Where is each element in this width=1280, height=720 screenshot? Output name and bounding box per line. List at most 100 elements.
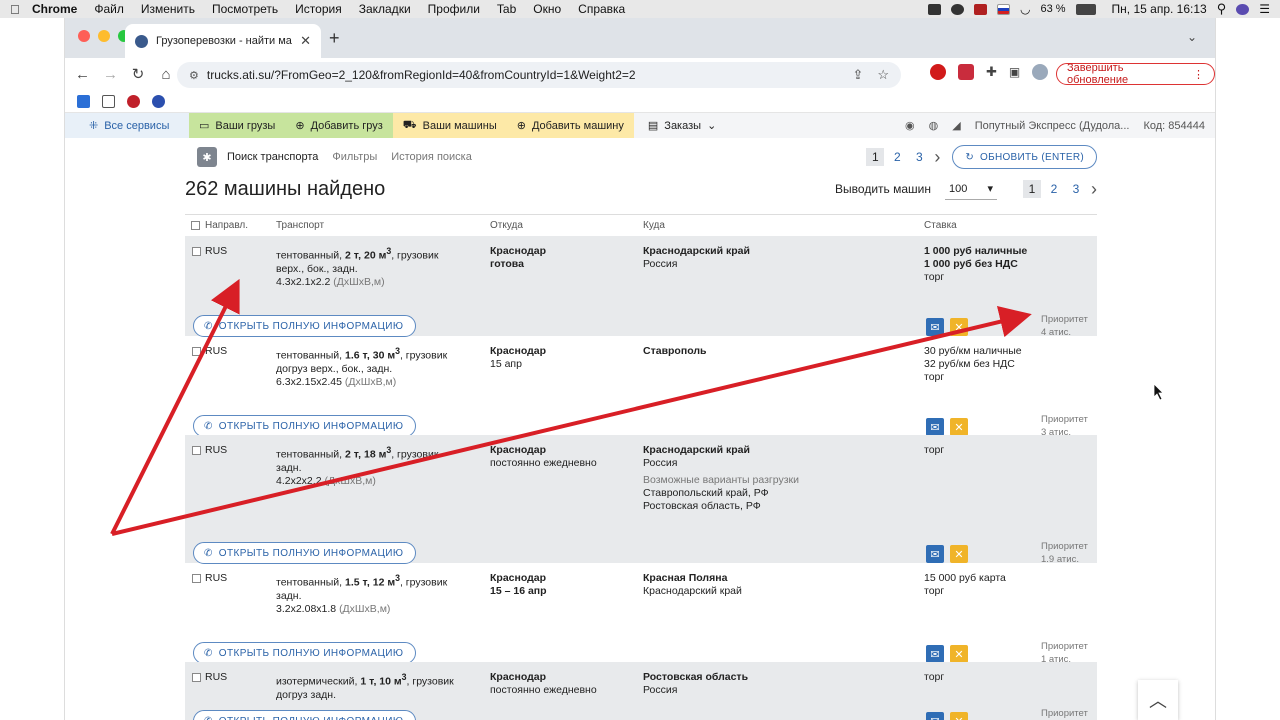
company-name[interactable]: Попутный Экспресс (Дудола... [975,120,1130,132]
menu-help[interactable]: Справка [578,2,625,16]
tab-search-transport[interactable]: Поиск транспорта [227,151,318,163]
hide-button[interactable]: ✕ [950,712,968,720]
add-cargo-link[interactable]: ⊕ Добавить груз [285,113,393,138]
battery-icon[interactable] [1075,3,1096,15]
all-services-link[interactable]: ⁜ Все сервисы [65,113,189,138]
site-info-icon[interactable]: ⚙ [189,69,199,82]
page-1[interactable]: 1 [866,148,885,166]
hide-button[interactable]: ✕ [950,318,968,336]
add-truck-link[interactable]: ⊕ Добавить машину [506,113,634,138]
back-button[interactable]: ← [75,66,90,83]
next-page-icon[interactable]: › [1091,179,1097,200]
per-page-select[interactable]: 100 ▾ [945,178,997,200]
page-2[interactable]: 2 [888,148,906,166]
next-page-icon[interactable]: › [934,147,940,168]
open-full-info-button[interactable]: ✆ ОТКРЫТЬ ПОЛНУЮ ИНФОРМАЦИЮ [193,542,417,564]
profile-avatar[interactable] [1032,64,1049,80]
close-tab-icon[interactable]: ✕ [300,33,311,49]
menu-profiles[interactable]: Профили [428,2,480,16]
message-button[interactable]: ✉ [926,418,944,436]
row-rate: торг [924,671,944,684]
page-2[interactable]: 2 [1045,180,1063,198]
apple-icon[interactable]:  [10,2,32,17]
open-full-info-button[interactable]: ✆ ОТКРЫТЬ ПОЛНУЮ ИНФОРМАЦИЮ [193,315,417,337]
open-full-info-button[interactable]: ✆ ОТКРЫТЬ ПОЛНУЮ ИНФОРМАЦИЮ [193,642,417,664]
spotlight-icon[interactable]: ⚲ [1217,1,1227,17]
extensions-puzzle-icon[interactable]: ✚ [986,64,997,80]
tab-search-history[interactable]: История поиска [391,151,472,163]
menu-edit[interactable]: Изменить [141,2,195,16]
sync-icon[interactable] [950,3,964,15]
sidepanel-icon[interactable]: ▣ [1009,65,1020,79]
extension-badge-icon[interactable] [958,64,974,80]
message-button[interactable]: ✉ [926,545,944,563]
forward-button[interactable]: → [103,66,118,83]
adblock-icon[interactable] [930,64,946,80]
datetime[interactable]: Пн, 15 апр. 16:13 [1112,2,1207,16]
truck-kind: , грузовик [391,448,439,461]
row-to: Красная Поляна Краснодарский край [643,572,742,598]
bookmark-globe-icon[interactable] [152,94,165,108]
app-status-icon[interactable] [973,3,987,15]
page-3[interactable]: 3 [1067,180,1085,198]
screen-icon[interactable] [927,3,941,15]
your-cargo-link[interactable]: ▭ Ваши грузы [189,113,286,138]
tab-search-chevron-icon[interactable]: ⌄ [1187,30,1197,44]
refresh-button[interactable]: ↻ ОБНОВИТЬ (ENTER) [952,145,1097,169]
page-1[interactable]: 1 [1023,180,1041,198]
wifi-icon[interactable]: ◡ [1020,2,1030,16]
reload-button[interactable]: ↻ [131,65,145,83]
keyboard-layout-icon[interactable] [996,3,1010,15]
bookmark-game-icon[interactable] [127,94,140,108]
pin-icon[interactable]: ✱ [197,147,217,167]
orders-dropdown[interactable]: ▤ Заказы ⌄ [634,113,726,138]
bookmark-mail-icon[interactable] [77,94,90,108]
open-full-info-button[interactable]: ✆ ОТКРЫТЬ ПОЛНУЮ ИНФОРМАЦИЮ [193,415,417,437]
open-full-info-button[interactable]: ✆ ОТКРЫТЬ ПОЛНУЮ ИНФОРМАЦИЮ [193,710,417,720]
menu-window[interactable]: Окно [533,2,561,16]
control-center-icon[interactable]: ☰ [1259,2,1270,16]
chat-icon[interactable]: ◍ [929,119,939,132]
your-trucks-link[interactable]: ⛟ Ваши машины [392,113,507,138]
url-text[interactable]: trucks.ati.su/?FromGeo=2_120&fromRegionI… [207,68,636,82]
select-all-checkbox[interactable] [191,221,200,230]
notifications-icon[interactable]: ◢ [952,119,960,132]
hide-button[interactable]: ✕ [950,545,968,563]
menu-tab[interactable]: Tab [497,2,516,16]
row-checkbox[interactable] [192,347,201,356]
bookmark-folder-icon[interactable] [102,94,115,108]
menu-history[interactable]: История [295,2,342,16]
scroll-to-top-button[interactable]: ︿ [1138,680,1178,720]
close-window-button[interactable] [78,30,90,42]
tab-filters[interactable]: Фильтры [332,151,377,163]
row-checkbox[interactable] [192,673,201,682]
address-bar[interactable]: ⚙ trucks.ati.su/?FromGeo=2_120&fromRegio… [177,62,901,88]
menu-bookmarks[interactable]: Закладки [359,2,411,16]
menu-app[interactable]: Chrome [32,2,77,16]
to-main: Ростовская область [643,671,749,683]
message-button[interactable]: ✉ [926,712,944,720]
menu-file[interactable]: Файл [94,2,124,16]
menu-view[interactable]: Посмотреть [212,2,278,16]
row-checkbox[interactable] [192,574,201,583]
share-icon[interactable]: ⇪ [852,67,863,83]
bookmark-star-icon[interactable]: ☆ [877,67,889,83]
hide-button[interactable]: ✕ [950,418,968,436]
browser-tab[interactable]: Грузоперевозки - найти маш ✕ [125,24,321,58]
new-tab-button[interactable]: + [329,28,340,49]
message-button[interactable]: ✉ [926,645,944,663]
hide-button[interactable]: ✕ [950,645,968,663]
minimize-window-button[interactable] [98,30,110,42]
message-button[interactable]: ✉ [926,318,944,336]
siri-icon[interactable] [1236,3,1250,15]
row-checkbox[interactable] [192,446,201,455]
row-transport: изотермический, 1 т, 10 м3, грузовик дог… [276,672,454,701]
update-button[interactable]: Завершить обновление ⋮ [1056,62,1215,86]
priority-label: Приоритет [1041,708,1088,719]
row-checkbox[interactable] [192,247,201,256]
search-user-icon[interactable]: ◉ [905,119,915,132]
extensions-area: ✚ ▣ [930,64,1049,80]
home-button[interactable]: ⌂ [159,66,173,83]
page-3[interactable]: 3 [910,148,928,166]
alt-unload-1: Ставропольский край, РФ [643,487,769,499]
